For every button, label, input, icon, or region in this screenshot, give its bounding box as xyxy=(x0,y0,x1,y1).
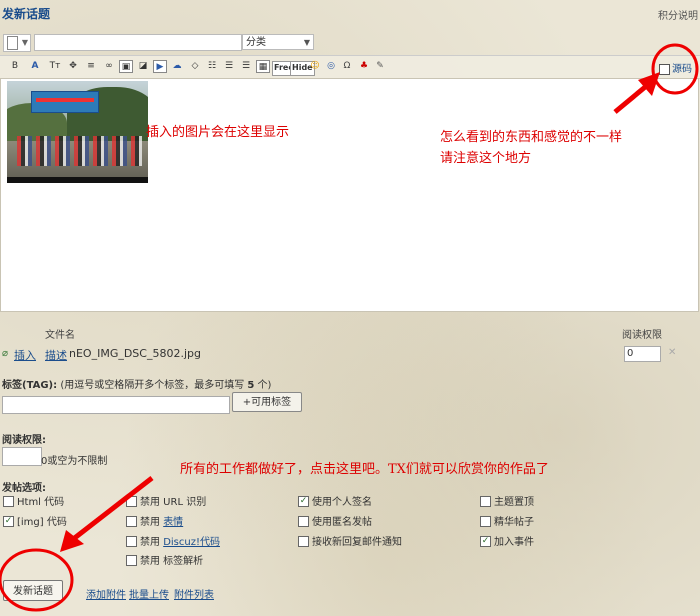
post-options-label: 发帖选项: xyxy=(2,483,46,494)
outdent-icon[interactable]: ☰ xyxy=(239,60,253,73)
tag-hint: (用逗号或空格隔开多个标签，最多可填写 xyxy=(57,380,248,391)
option-add-event[interactable]: ✓ 加入事件 xyxy=(480,535,534,550)
page-title: 发新话题 xyxy=(2,7,51,21)
paperclip-icon: ⌀ xyxy=(2,348,9,359)
image-icon[interactable]: ▣ xyxy=(119,60,133,73)
describe-attachment-link[interactable]: 描述 xyxy=(45,347,67,363)
col-perm-header: 阅读权限 xyxy=(622,330,662,341)
insert-attachment-link[interactable]: 插入 xyxy=(14,347,36,363)
table-icon[interactable]: ▦ xyxy=(256,60,270,73)
score-help-link[interactable]: 积分说明 xyxy=(658,7,698,22)
option-html-code[interactable]: Html 代码 xyxy=(3,495,64,510)
submit-post-button[interactable]: 发新话题 xyxy=(3,580,63,601)
read-perm-input[interactable] xyxy=(2,447,42,466)
discuz-code-link[interactable]: Discuz!代码 xyxy=(163,537,220,548)
indent-icon[interactable]: ☰ xyxy=(222,60,236,73)
list-icon[interactable]: ☷ xyxy=(205,60,219,73)
option-disable-smilies[interactable]: 禁用 表情 xyxy=(126,515,183,530)
document-icon xyxy=(7,36,18,50)
option-disable-tag-parse[interactable]: 禁用 标签解析 xyxy=(126,554,203,569)
read-perm-hint: 0或空为不限制 xyxy=(41,456,108,467)
option-img-code[interactable]: ✓ [img] 代码 xyxy=(3,515,67,530)
available-tags-button[interactable]: +可用标签 xyxy=(232,392,302,412)
font-size-icon[interactable]: Tт xyxy=(48,60,62,73)
attachment-list-link[interactable]: 附件列表 xyxy=(174,586,214,601)
read-perm-label: 阅读权限: xyxy=(2,435,46,446)
attachment-filename: nEO_IMG_DSC_5802.jpg xyxy=(69,347,201,360)
special-char-icon[interactable]: Ω xyxy=(340,60,354,73)
option-email-notify[interactable]: 接收新回复邮件通知 xyxy=(298,535,402,550)
batch-upload-link[interactable]: 批量上传 xyxy=(129,586,169,601)
annotation-image-note: 插入的图片会在这里显示 xyxy=(146,125,290,140)
delete-attachment-icon[interactable]: ✕ xyxy=(668,347,676,358)
annotation-submit-note: 所有的工作都做好了，点击这里吧。TX们就可以欣赏你的作品了 xyxy=(180,462,549,477)
submit-arrow-head xyxy=(60,530,84,552)
smilies-link[interactable]: 表情 xyxy=(163,517,183,528)
option-checkbox[interactable] xyxy=(3,495,14,507)
category-selected: 分类 xyxy=(246,37,266,48)
bold-icon[interactable]: B xyxy=(8,60,22,73)
subject-input[interactable] xyxy=(34,34,242,51)
attachment-row: ⌀ 插入 描述 nEO_IMG_DSC_5802.jpg 0 ✕ xyxy=(0,346,700,363)
source-mode-toggle[interactable]: 源码 xyxy=(659,60,692,75)
compass-icon[interactable]: ◎ xyxy=(324,60,338,73)
annotation-view-note-line1: 怎么看到的东西和感觉的不一样 xyxy=(440,130,623,145)
option-disable-url[interactable]: 禁用 URL 识别 xyxy=(126,495,206,510)
option-checkbox-checked[interactable]: ✓ xyxy=(3,515,14,527)
source-label: 源码 xyxy=(672,64,692,75)
annotation-view-note: 怎么看到的东西和感觉的不一样 请注意这个地方 xyxy=(440,127,622,169)
media-icon[interactable]: ▶ xyxy=(153,60,167,73)
col-filename-header: 文件名 xyxy=(45,330,75,341)
flash-icon[interactable]: ◪ xyxy=(136,60,150,73)
source-checkbox[interactable] xyxy=(659,63,670,75)
post-icon-selector[interactable]: ▼ xyxy=(3,34,31,52)
inserted-image xyxy=(7,81,148,183)
font-color-palette-icon[interactable]: ✥ xyxy=(66,60,80,73)
option-use-signature[interactable]: ✓ 使用个人签名 xyxy=(298,495,372,510)
wrench-icon[interactable]: ✎ xyxy=(373,60,387,73)
chevron-down-icon: ▼ xyxy=(21,38,28,47)
link-icon[interactable]: ∞ xyxy=(102,60,116,73)
annotation-view-note-line2: 请注意这个地方 xyxy=(440,151,532,166)
tag-label: 标签(TAG): (用逗号或空格隔开多个标签，最多可填写 5 个) xyxy=(2,380,272,391)
qq-icon[interactable]: ♣ xyxy=(357,60,371,73)
smiley-icon[interactable]: ☺ xyxy=(308,60,322,73)
editor-toolbar: B A Tт ✥ ≡ ∞ ▣ ◪ ▶ ☁ ◇ ☷ ☰ ☰ ▦ Free Hide ☺ ◎ Ω ♣ ✎ 源码 xyxy=(0,55,700,79)
chevron-down-icon: ▼ xyxy=(303,38,310,47)
editor-area[interactable] xyxy=(0,78,699,312)
align-icon[interactable]: ≡ xyxy=(84,60,98,73)
attachment-perm-input[interactable]: 0 xyxy=(624,346,661,362)
option-anonymous[interactable]: 使用匿名发帖 xyxy=(298,515,372,530)
quote-icon[interactable]: ☁ xyxy=(170,60,184,73)
font-color-icon[interactable]: A xyxy=(28,60,42,73)
tag-hint-end: 个) xyxy=(254,380,272,391)
option-digest[interactable]: 精华帖子 xyxy=(480,515,534,530)
option-sticky[interactable]: 主题置顶 xyxy=(480,495,534,510)
add-attachment-link[interactable]: 添加附件 xyxy=(86,586,126,601)
category-select[interactable]: 分类 ▼ xyxy=(242,34,314,50)
code-icon[interactable]: ◇ xyxy=(188,60,202,73)
tag-input[interactable] xyxy=(2,396,230,414)
option-disable-discuz-code[interactable]: 禁用 Discuz!代码 xyxy=(126,535,220,550)
